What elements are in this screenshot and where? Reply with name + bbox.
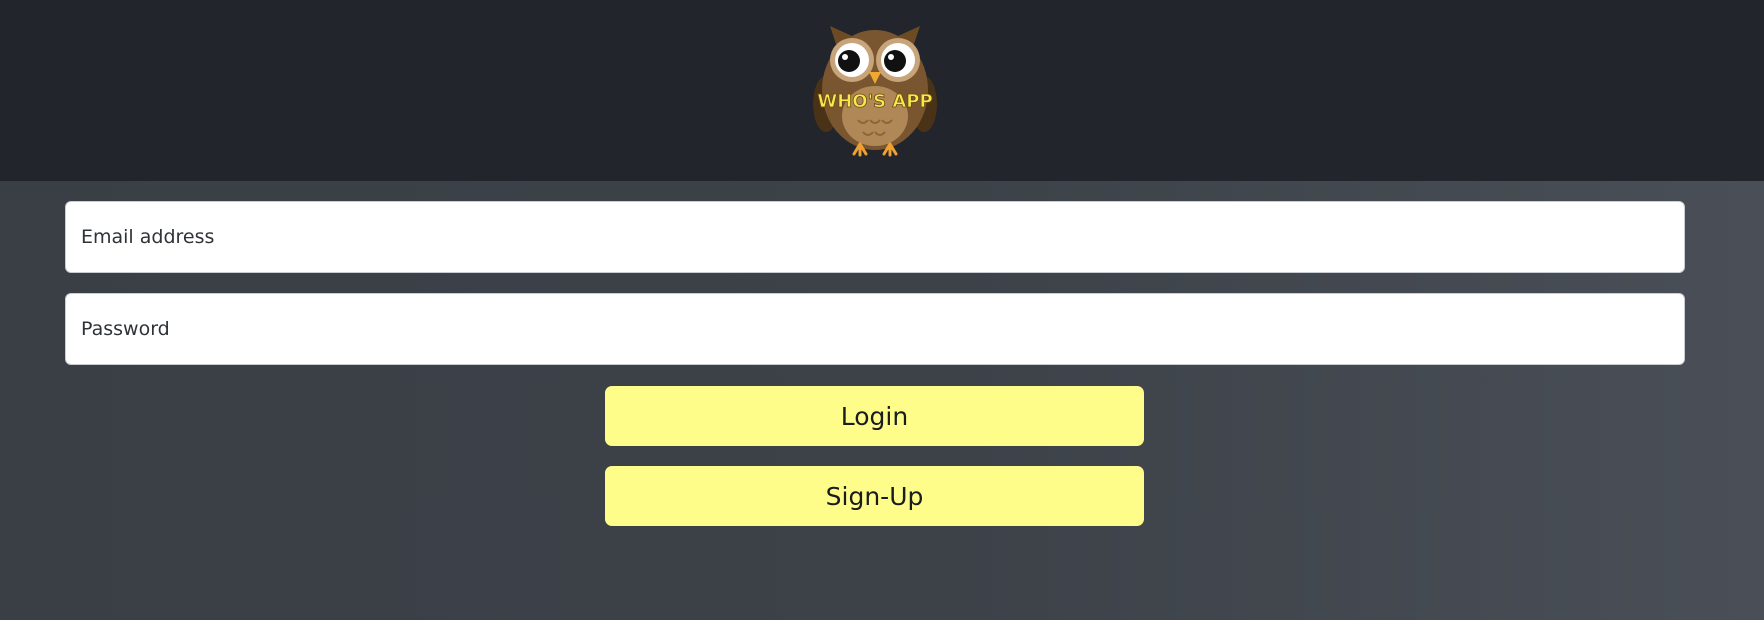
signup-button[interactable]: Sign-Up: [605, 466, 1144, 526]
app-logo: WHO'S APP: [808, 16, 942, 158]
password-input[interactable]: [65, 293, 1685, 365]
email-input[interactable]: [65, 201, 1685, 273]
app-header: WHO'S APP: [0, 0, 1764, 181]
login-button[interactable]: Login: [605, 386, 1144, 446]
logo-text: WHO'S APP: [817, 91, 932, 112]
login-form: Login Sign-Up: [0, 181, 1764, 620]
owl-icon: WHO'S APP: [813, 26, 937, 157]
